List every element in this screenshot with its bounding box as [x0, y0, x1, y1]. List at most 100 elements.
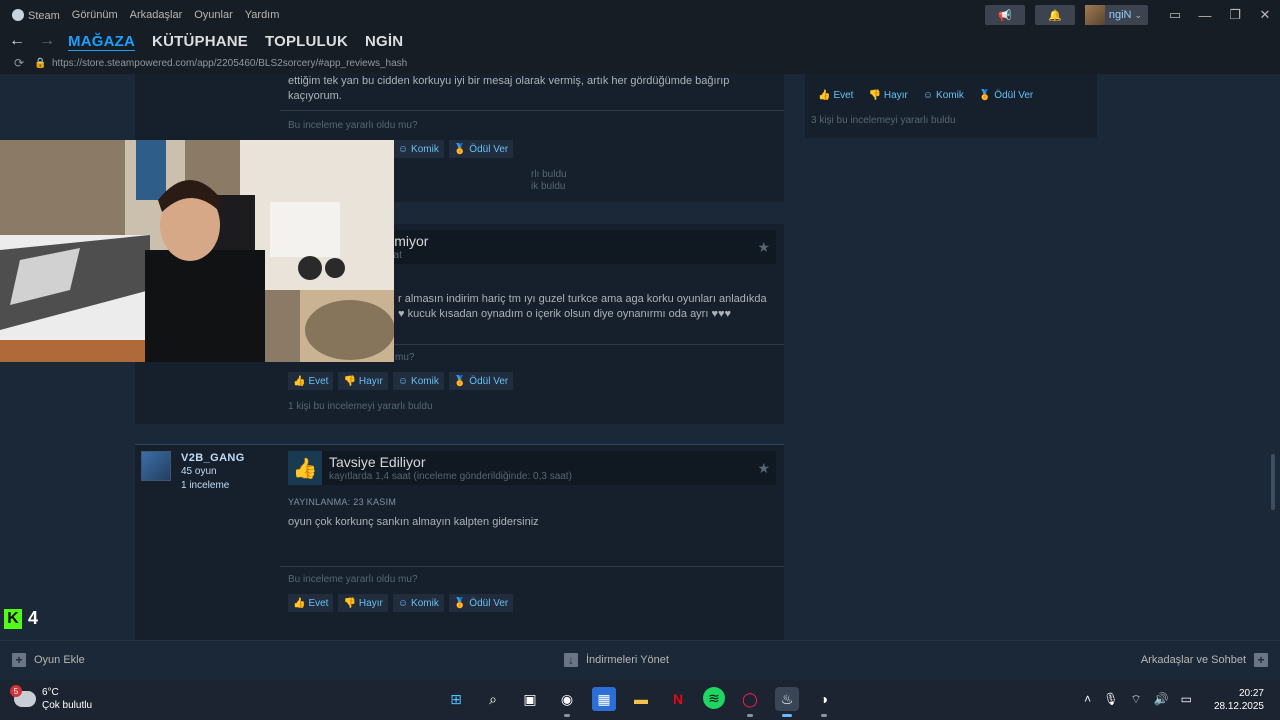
review-title: ilmiyor: [388, 233, 429, 249]
weather-widget[interactable]: 5 6°C Çok bulutlu: [10, 685, 92, 712]
tab-library[interactable]: KÜTÜPHANE: [152, 33, 248, 50]
task-view-icon[interactable]: ▣: [518, 687, 542, 711]
close-icon[interactable]: ✕: [1250, 7, 1280, 23]
announcements-button[interactable]: 📢: [984, 5, 1025, 25]
minimize-icon[interactable]: —: [1190, 8, 1220, 23]
battery-icon[interactable]: ▭: [1181, 692, 1192, 707]
search-icon[interactable]: ⌕: [481, 687, 505, 711]
taskbar-apps: ⊞ ⌕ ▣ ◉ ▦ ▬ N ≋ ◯ ♨ ◑: [444, 687, 836, 717]
restore-icon[interactable]: ❐: [1220, 7, 1250, 23]
review-header: 👍 Tavsiye Ediliyor kayıtlarda 1,4 saat (…: [288, 451, 776, 485]
menu-games[interactable]: Oyunlar: [194, 9, 233, 21]
profile-chip[interactable]: ngiN ⌄: [1084, 5, 1148, 25]
clock-time: 20:27: [1238, 688, 1264, 699]
netflix-icon[interactable]: N: [666, 687, 690, 711]
steam-icon[interactable]: ♨: [775, 687, 799, 717]
notifications-button[interactable]: 🔔: [1034, 5, 1075, 25]
menu-friends[interactable]: Arkadaşlar: [130, 9, 183, 21]
running-indicator: [821, 714, 827, 717]
speaker-icon[interactable]: 🔊: [1154, 692, 1169, 707]
smiley-icon: ☺: [922, 89, 934, 101]
webcam-overlay: [0, 140, 394, 362]
menu-view[interactable]: Görünüm: [72, 9, 118, 21]
back-arrow-icon[interactable]: ←: [4, 32, 30, 50]
author-info: V2B_GANG 45 oyun 1 inceleme: [181, 451, 245, 493]
review-divider: [280, 566, 784, 567]
steam-bottombar: + Oyun Ekle ↓ İndirmeleri Yönet Arkadaşl…: [0, 640, 1280, 680]
vote-no-button[interactable]: 👎Hayır: [863, 86, 912, 104]
store-icon[interactable]: ▦: [592, 687, 616, 711]
review-body: oyun çok korkunç sankın almayın kalpten …: [288, 516, 539, 528]
spotify-icon[interactable]: ≋: [703, 687, 725, 709]
tab-store[interactable]: MAĞAZA: [68, 33, 135, 50]
review-title-block: ilmiyor aat: [388, 233, 428, 261]
app-icon[interactable]: ◑: [812, 687, 836, 717]
award-icon: 🏅: [978, 89, 992, 101]
thumbs-down-icon: 👎: [868, 89, 881, 101]
clock[interactable]: 20:27 28.12.2025: [1214, 687, 1264, 713]
award-button[interactable]: 🏅 Ödül Ver: [448, 594, 514, 612]
review-title-block: Tavsiye Ediliyor kayıtlarda 1,4 saat (in…: [329, 454, 572, 482]
weather-text: 6°C Çok bulutlu: [42, 686, 92, 712]
vote-no-button[interactable]: 👎Hayır: [338, 372, 388, 390]
author-name[interactable]: V2B_GANG: [181, 451, 245, 465]
microphone-icon[interactable]: 🎙: [1103, 692, 1118, 707]
opera-gx-icon[interactable]: ◯: [738, 687, 762, 717]
menu-steam[interactable]: Steam: [12, 8, 60, 22]
author-avatar[interactable]: [141, 451, 171, 481]
award-icon: 🏅: [453, 597, 467, 609]
chevron-up-icon[interactable]: ˄: [1084, 692, 1091, 707]
award-label: Ödül Ver: [994, 89, 1034, 101]
vote-yes-button[interactable]: 👍Evet: [288, 594, 334, 612]
file-explorer-icon[interactable]: ▬: [629, 687, 653, 711]
author-games[interactable]: 45 oyun: [181, 465, 245, 479]
manage-downloads-button[interactable]: ↓ İndirmeleri Yönet: [564, 653, 669, 667]
review-author[interactable]: V2B_GANG 45 oyun 1 inceleme: [141, 451, 245, 493]
tab-profile[interactable]: NGİN: [365, 33, 403, 50]
windows-start-icon[interactable]: ⊞: [444, 687, 468, 711]
add-game-button[interactable]: + Oyun Ekle: [12, 653, 85, 667]
star-icon[interactable]: ★: [757, 239, 770, 256]
vote-funny-button[interactable]: ☺ Komik: [392, 140, 444, 158]
system-tray: ˄ 🎙 ⌔ 🔊 ▭: [1084, 692, 1192, 707]
menu-steam-label: Steam: [28, 9, 60, 22]
titlebar-right: 📢 🔔 ngiN ⌄ ▭ — ❐ ✕: [984, 0, 1280, 30]
review-title[interactable]: Tavsiye Ediliyor: [329, 454, 572, 470]
vote-funny-label: Komik: [411, 375, 439, 387]
smiley-icon: ☺: [397, 375, 409, 387]
vote-yes-button[interactable]: 👍Evet: [813, 86, 858, 104]
running-indicator: [782, 714, 792, 717]
vote-yes-label: Evet: [833, 89, 854, 101]
award-button[interactable]: 🏅 Ödül Ver: [974, 86, 1038, 104]
vote-no-button[interactable]: 👎Hayır: [338, 594, 388, 612]
menu-help[interactable]: Yardım: [245, 9, 280, 21]
vote-funny-button[interactable]: ☺ Komik: [918, 86, 969, 104]
found-helpful-count: rlı buldu: [531, 169, 567, 180]
friends-chat-button[interactable]: Arkadaşlar ve Sohbet +: [1141, 653, 1268, 667]
tab-community[interactable]: TOPLULUK: [265, 33, 348, 50]
vote-yes-button[interactable]: 👍Evet: [288, 372, 334, 390]
steam-titlebar: Steam Görünüm Arkadaşlar Oyunlar Yardım …: [0, 0, 1280, 30]
star-icon[interactable]: ★: [757, 460, 770, 477]
review-body: ettiğim tek yan bu cidden korkuyu iyi bi…: [288, 75, 730, 102]
award-label: Ödül Ver: [469, 597, 509, 609]
award-button[interactable]: 🏅 Ödül Ver: [448, 372, 514, 390]
vote-funny-button[interactable]: ☺ Komik: [392, 372, 444, 390]
bell-icon: 🔔: [1047, 9, 1062, 22]
windows-taskbar: 5 6°C Çok bulutlu ⊞ ⌕ ▣ ◉ ▦ ▬ N ≋ ◯ ♨ ◑ …: [0, 680, 1280, 720]
vote-row: 👍Evet 👎Hayır ☺Komik 🏅Ödül Ver: [288, 594, 514, 612]
scrollbar-thumb[interactable]: [1271, 454, 1275, 510]
wifi-icon[interactable]: ⌔: [1130, 692, 1141, 707]
big-picture-icon[interactable]: ▭: [1160, 7, 1190, 23]
profile-name: ngiN: [1108, 9, 1132, 21]
url-text[interactable]: https://store.steampowered.com/app/22054…: [52, 58, 407, 69]
author-reviews[interactable]: 1 inceleme: [181, 479, 245, 493]
forward-arrow-icon[interactable]: →: [34, 32, 60, 50]
obs-icon[interactable]: ◉: [555, 687, 579, 717]
thumbs-up-icon: 👍: [293, 597, 306, 609]
award-button[interactable]: 🏅 Ödül Ver: [448, 140, 514, 158]
overlay-number: 4: [28, 608, 39, 628]
thumbs-up-icon: 👍: [288, 451, 322, 485]
reload-icon[interactable]: ⟳: [8, 56, 30, 70]
vote-funny-button[interactable]: ☺ Komik: [392, 594, 444, 612]
